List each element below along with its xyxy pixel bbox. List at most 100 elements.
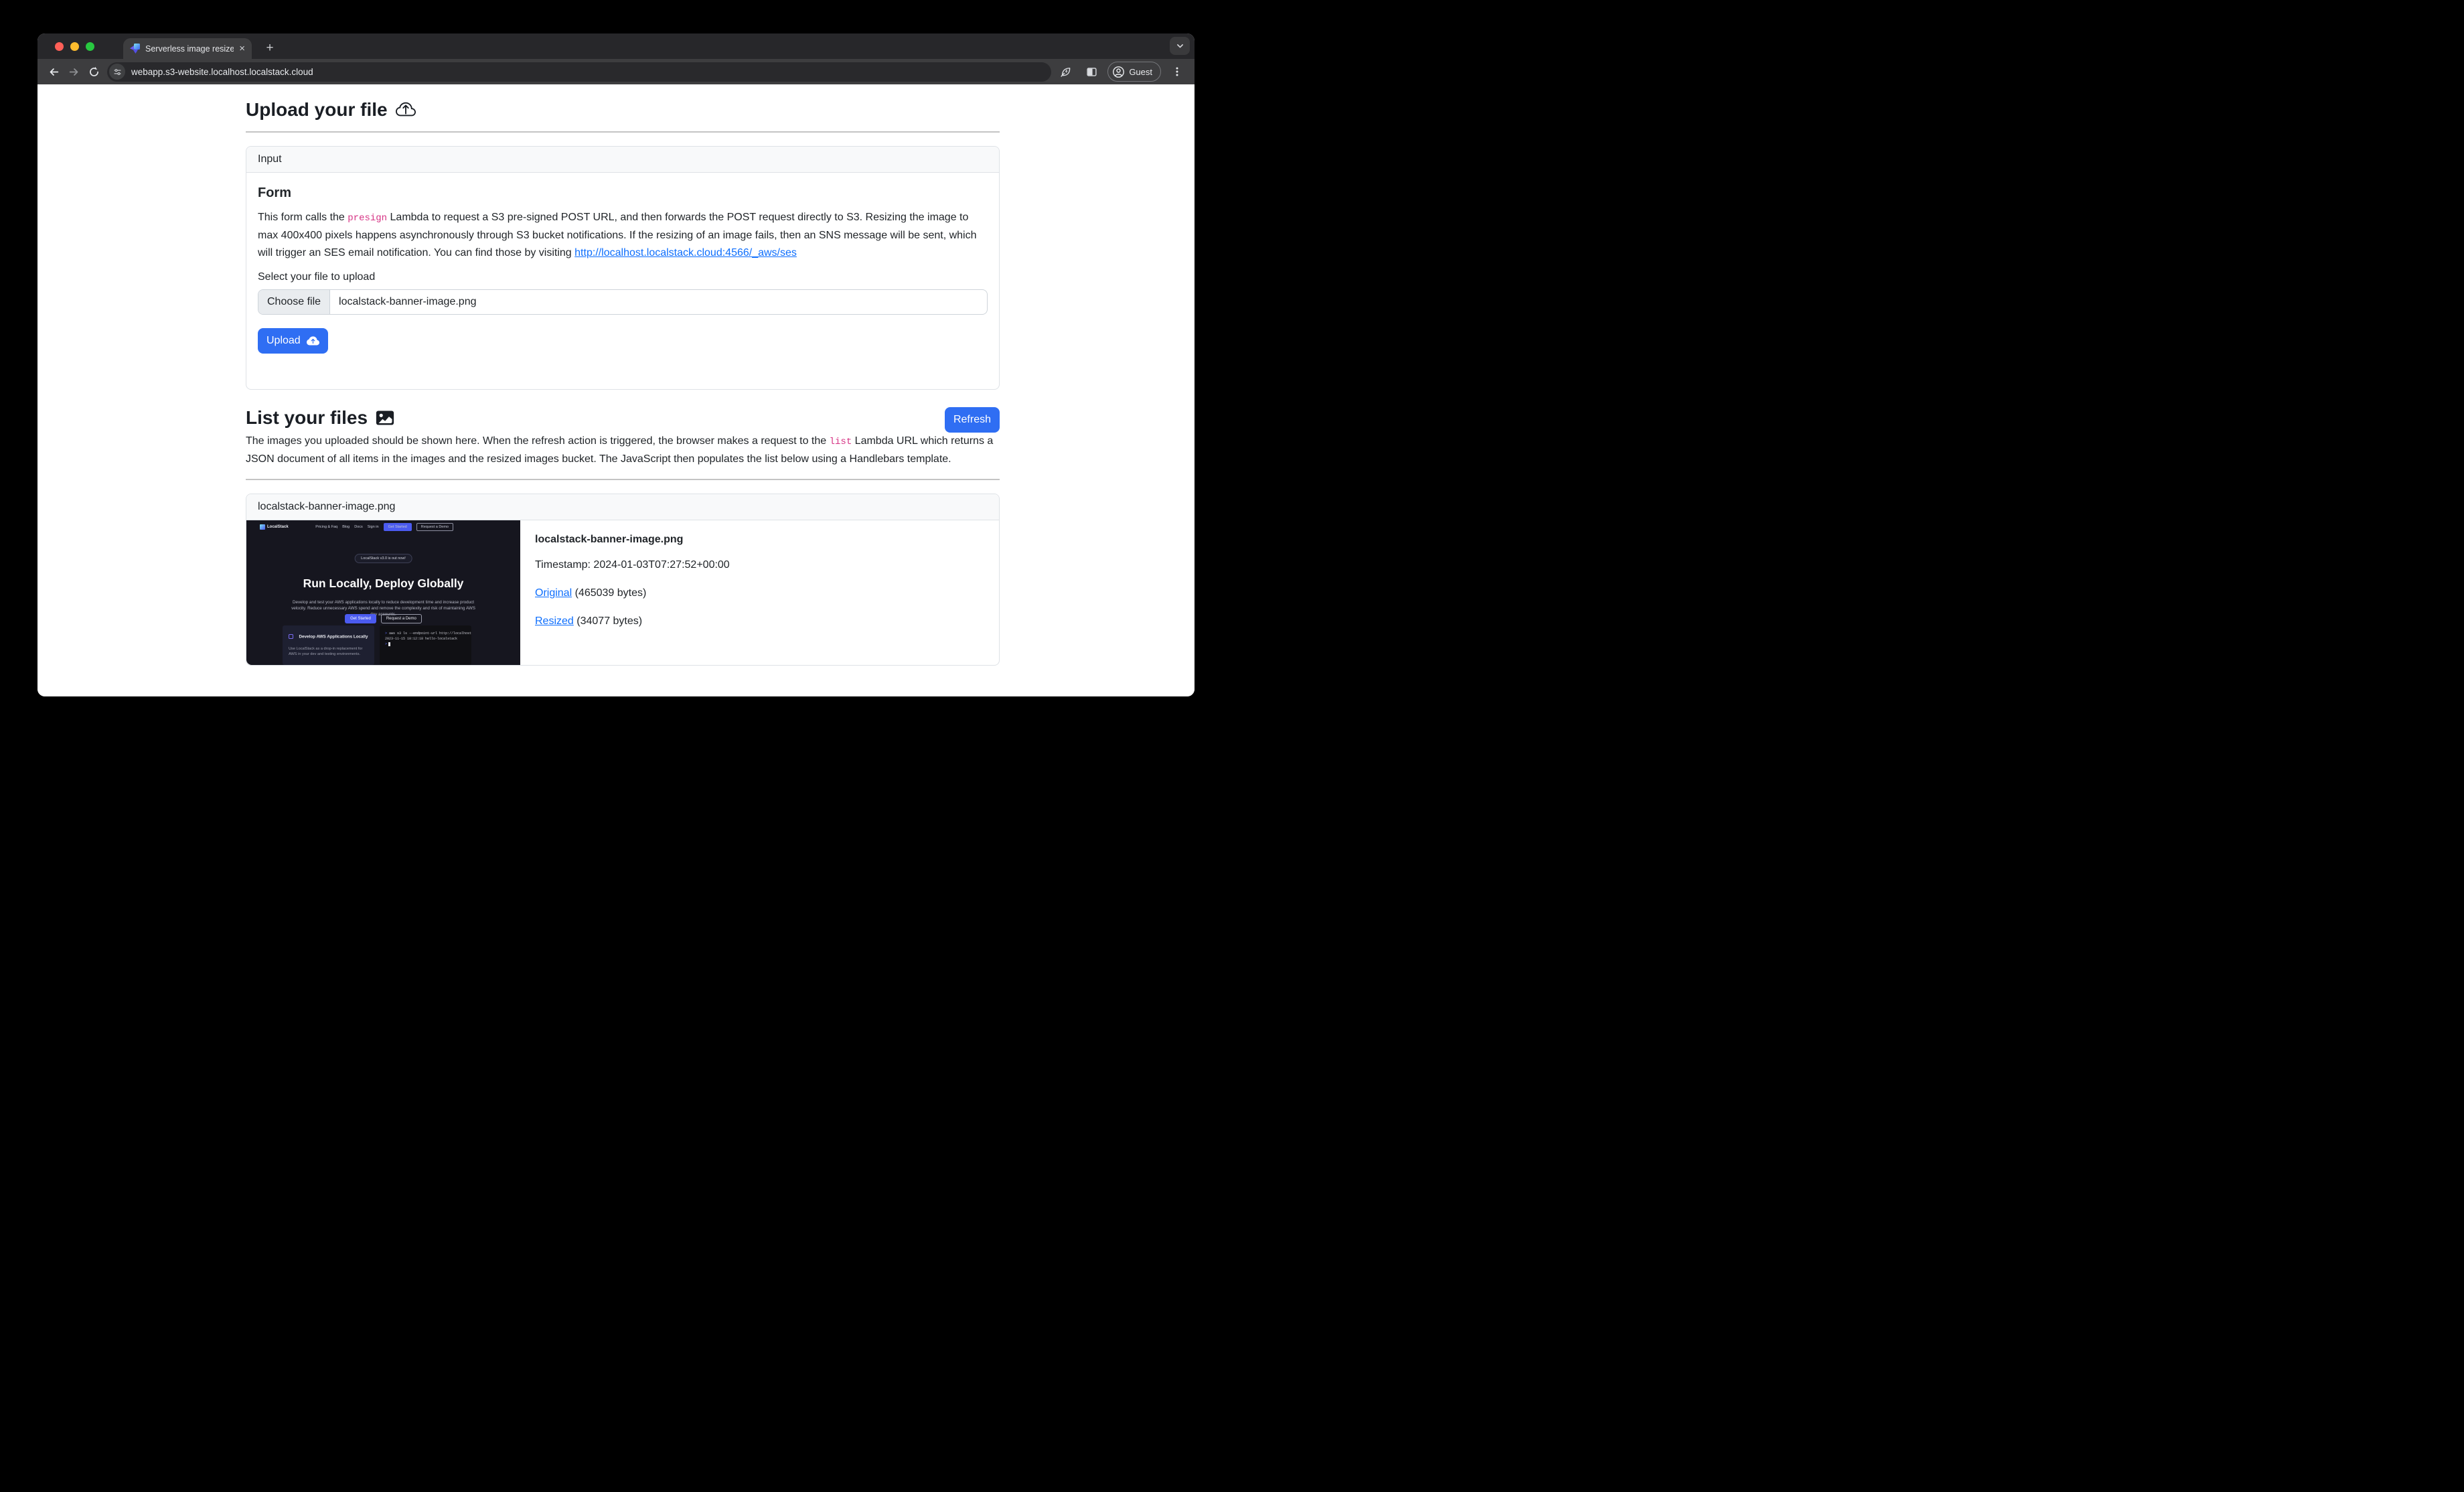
thumbnail-title: Run Locally, Deploy Globally — [246, 577, 520, 591]
divider — [246, 479, 1000, 480]
presign-code: presign — [348, 213, 387, 224]
site-settings-button[interactable] — [109, 64, 125, 80]
tab-search-button[interactable] — [1170, 37, 1190, 55]
list-section-heading: List your files — [246, 407, 394, 429]
thumbnail-logo: LocalStack — [260, 524, 289, 530]
thumbnail-request-demo: Request a Demo — [416, 523, 453, 531]
address-bar[interactable]: webapp.s3-website.localhost.localstack.c… — [107, 62, 1051, 82]
chevron-down-icon — [1176, 42, 1184, 50]
thumbnail-cta-primary: Get Started — [345, 614, 376, 623]
reload-button[interactable] — [84, 62, 103, 81]
content-container: Upload your file Input Form This form ca… — [246, 99, 1000, 666]
thumbnail-cta-secondary: Request a Demo — [381, 614, 422, 623]
close-window-button[interactable] — [55, 42, 64, 51]
thumbnail-feature-card: Develop AWS Applications Locally Use Loc… — [283, 625, 374, 665]
back-arrow-icon — [48, 66, 60, 78]
upload-button-label: Upload — [266, 335, 301, 347]
original-link[interactable]: Original — [535, 587, 572, 599]
tab-close-icon[interactable]: × — [239, 44, 245, 54]
thumbnail-feature-title: Develop AWS Applications Locally — [299, 634, 368, 639]
zoom-window-button[interactable] — [86, 42, 94, 51]
ses-link[interactable]: http://localhost.localstack.cloud:4566/_… — [574, 247, 797, 258]
thumbnail-nav-item: Blog — [342, 525, 350, 529]
file-name: localstack-banner-image.png — [535, 534, 730, 546]
tab-favicon-icon — [130, 44, 140, 54]
side-panel-icon — [1086, 66, 1097, 78]
desktop-background: Serverless image resizer × + — [0, 0, 1232, 746]
input-card-body: Form This form calls the presign Lambda … — [246, 173, 999, 389]
file-input[interactable]: Choose file localstack-banner-image.png — [258, 289, 988, 315]
browser-toolbar: webapp.s3-website.localhost.localstack.c… — [37, 59, 1195, 84]
thumbnail-nav-item: Pricing & Faq — [315, 525, 337, 529]
upload-heading-text: Upload your file — [246, 99, 388, 121]
card-image-icon — [376, 408, 394, 427]
list-description-text: The images you uploaded should be shown … — [246, 435, 830, 447]
side-panel-button[interactable] — [1082, 62, 1101, 81]
upload-section-heading: Upload your file — [246, 99, 1000, 121]
thumbnail-nav-item: Sign in — [368, 525, 379, 529]
original-row: Original (465039 bytes) — [535, 587, 730, 599]
resized-row: Resized (34077 bytes) — [535, 615, 730, 627]
file-item-body: LocalStack Pricing & Faq Blog Docs Sign … — [246, 520, 999, 665]
page-content: Upload your file Input Form This form ca… — [37, 84, 1195, 696]
browser-tab[interactable]: Serverless image resizer × — [123, 38, 252, 59]
resized-size: (34077 bytes) — [576, 615, 642, 627]
thumbnail-feature-icon — [289, 634, 293, 639]
toolbar-trailing: Guest — [1057, 62, 1186, 82]
performance-button[interactable] — [1057, 62, 1075, 81]
input-card-header: Input — [246, 147, 999, 173]
forward-button[interactable] — [64, 62, 83, 81]
list-heading-text: List your files — [246, 407, 368, 429]
cloud-upload-icon — [396, 100, 416, 120]
thumbnail-terminal: > aws s3 ls --endpoint-url http://localh… — [380, 625, 471, 665]
thumbnail-nav: LocalStack Pricing & Faq Blog Docs Sign … — [260, 523, 453, 531]
minimize-window-button[interactable] — [70, 42, 79, 51]
file-item-card: localstack-banner-image.png LocalStack P… — [246, 494, 1000, 666]
upload-button[interactable]: Upload — [258, 328, 328, 354]
back-button[interactable] — [44, 62, 63, 81]
browser-window: Serverless image resizer × + — [37, 33, 1195, 696]
thumbnail-cta-buttons: Get Started Request a Demo — [246, 614, 520, 623]
tab-strip: Serverless image resizer × + — [37, 33, 1195, 59]
file-input-label: Select your file to upload — [258, 271, 988, 283]
choose-file-button[interactable]: Choose file — [258, 290, 330, 314]
thumbnail-brand: LocalStack — [267, 525, 289, 529]
original-size: (465039 bytes) — [575, 587, 647, 599]
selected-file-name: localstack-banner-image.png — [330, 290, 485, 314]
form-description: This form calls the presign Lambda to re… — [258, 209, 988, 262]
new-tab-button[interactable]: + — [261, 40, 279, 57]
file-details: localstack-banner-image.png Timestamp: 2… — [520, 520, 745, 665]
list-code: list — [830, 437, 852, 447]
url-text: webapp.s3-website.localhost.localstack.c… — [131, 67, 313, 77]
form-heading: Form — [258, 185, 988, 201]
thumbnail-feature-text: Use LocalStack as a drop-in replacement … — [289, 646, 368, 657]
thumbnail-nav-links: Pricing & Faq Blog Docs Sign in Get Star… — [315, 523, 453, 531]
list-description: The images you uploaded should be shown … — [246, 433, 1000, 468]
menu-button[interactable] — [1168, 62, 1186, 81]
tab-title: Serverless image resizer — [145, 44, 234, 54]
file-item-card-header: localstack-banner-image.png — [246, 494, 999, 520]
window-controls — [55, 42, 94, 51]
refresh-button[interactable]: Refresh — [945, 407, 1000, 433]
resized-link[interactable]: Resized — [535, 615, 574, 627]
refresh-button-label: Refresh — [953, 414, 991, 426]
localstack-logo-icon — [260, 524, 265, 530]
profile-label: Guest — [1129, 67, 1152, 77]
thumbnail-badge: LocalStack v3.0 is out now! — [354, 554, 412, 563]
kebab-menu-icon — [1172, 66, 1182, 77]
cloud-upload-fill-icon — [307, 335, 319, 348]
list-section-header: List your files Refresh — [246, 407, 1000, 433]
energy-saver-leaf-icon — [1060, 66, 1072, 78]
forward-arrow-icon — [68, 66, 80, 78]
thumbnail-nav-item: Docs — [354, 525, 363, 529]
reload-icon — [88, 66, 100, 78]
file-timestamp: Timestamp: 2024-01-03T07:27:52+00:00 — [535, 559, 730, 571]
file-thumbnail: LocalStack Pricing & Faq Blog Docs Sign … — [246, 520, 520, 665]
form-description-text: This form calls the — [258, 212, 348, 223]
profile-button[interactable]: Guest — [1107, 62, 1161, 82]
tune-icon — [113, 68, 122, 76]
input-card: Input Form This form calls the presign L… — [246, 146, 1000, 390]
divider — [246, 131, 1000, 133]
terminal-cursor — [388, 642, 390, 646]
thumbnail-get-started: Get Started — [384, 523, 412, 531]
